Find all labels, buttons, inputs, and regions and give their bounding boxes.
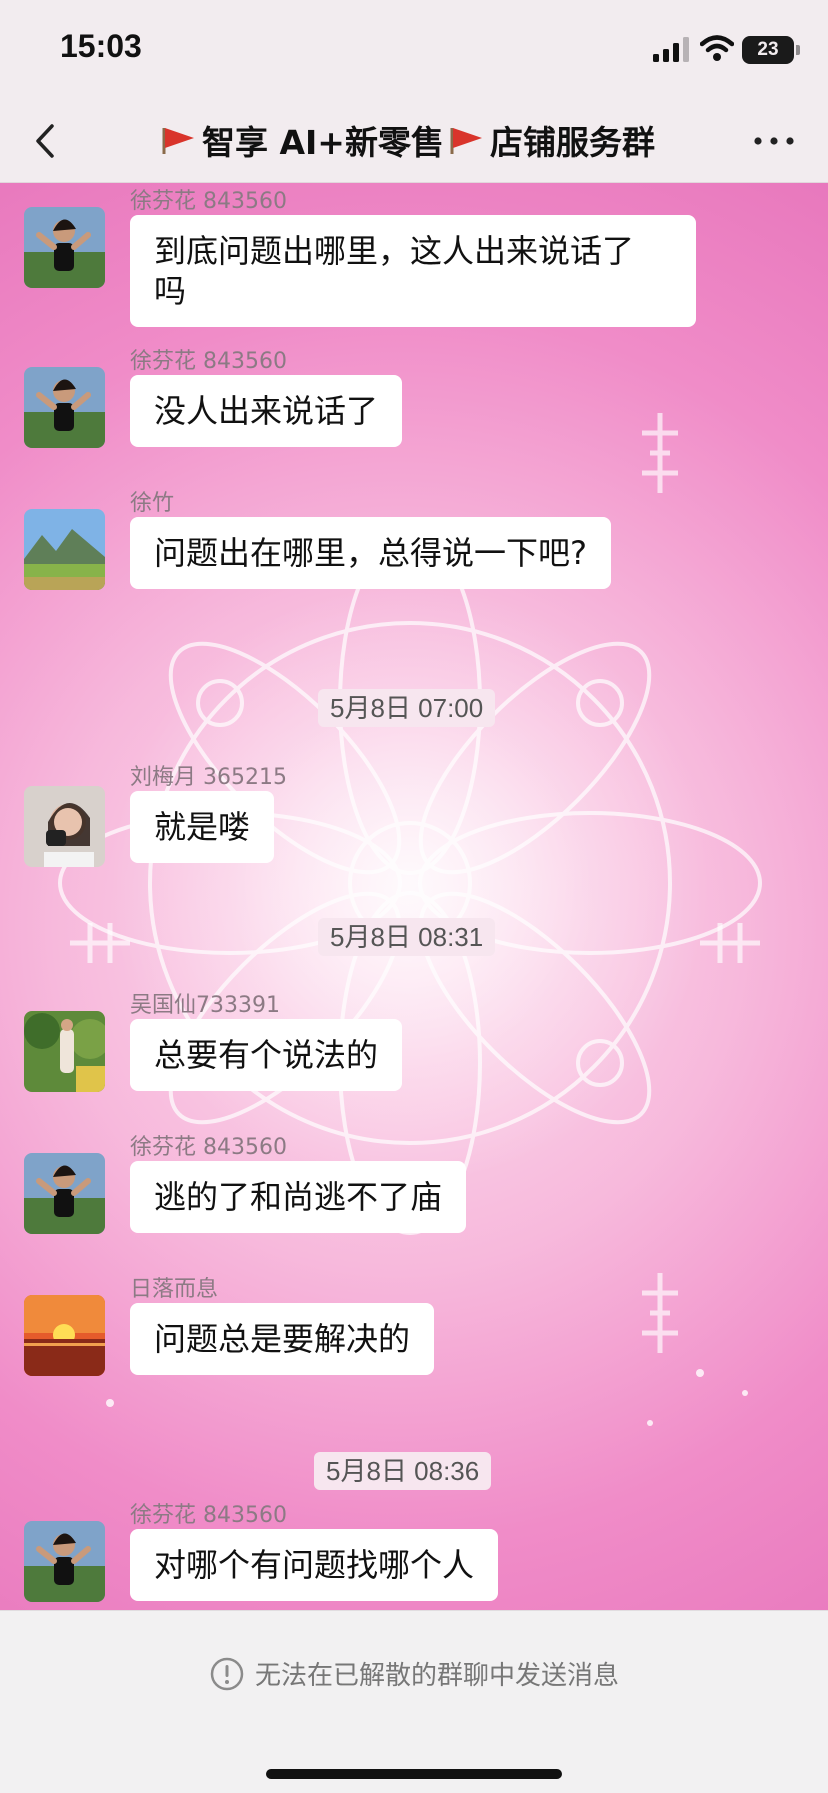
- sender-name: 日落而息: [130, 1277, 219, 1302]
- message: 徐芬花 843560 对哪个有问题找哪个人: [0, 1497, 828, 1610]
- message: 徐竹 问题出在哪里，总得说一下吧?: [0, 485, 828, 605]
- sender-name: 徐芬花 843560: [130, 1503, 287, 1528]
- time-divider: 5月8日 07:00: [318, 689, 496, 727]
- avatar[interactable]: [24, 1521, 105, 1602]
- info-icon: [210, 1657, 244, 1690]
- nav-bar: 智享 AI+新零售 店铺服务群: [0, 100, 828, 183]
- message-text: 总要有个说法的: [154, 1036, 379, 1074]
- message: 徐芬花 843560 到底问题出哪里，这人出来说话了 吗: [0, 183, 828, 327]
- status-bar: 15:03 23: [0, 0, 828, 100]
- message: 徐芬花 843560 没人出来说话了: [0, 343, 828, 463]
- sender-name: 徐芬花 843560: [130, 189, 287, 214]
- message-bubble[interactable]: 问题总是要解决的: [130, 1303, 435, 1375]
- avatar-landscape-icon: [24, 509, 105, 590]
- battery-icon: 23: [742, 36, 800, 64]
- message-bubble[interactable]: 就是喽: [130, 791, 275, 863]
- avatar-woman-icon: [24, 207, 105, 288]
- chat-area[interactable]: 徐芬花 843560 到底问题出哪里，这人出来说话了 吗 徐芬花 843560 …: [0, 183, 828, 1610]
- back-button[interactable]: [22, 114, 72, 168]
- message-bubble[interactable]: 没人出来说话了: [130, 375, 403, 447]
- sender-name: 徐竹: [130, 491, 175, 516]
- avatar[interactable]: [24, 1153, 105, 1234]
- flag-icon: [162, 128, 194, 154]
- message-text-line: 吗: [154, 272, 187, 310]
- wifi-icon: [700, 35, 734, 61]
- message: 吴国仙733391 总要有个说法的: [0, 987, 828, 1107]
- avatar[interactable]: [24, 509, 105, 590]
- message: 刘梅月 365215 就是喽: [0, 759, 828, 879]
- chat-title-part-2: 店铺服务群: [489, 123, 655, 162]
- message-bubble[interactable]: 对哪个有问题找哪个人: [130, 1529, 499, 1601]
- message-bubble[interactable]: 总要有个说法的: [130, 1019, 403, 1091]
- more-button[interactable]: [746, 116, 802, 166]
- message-text: 对哪个有问题找哪个人: [154, 1546, 475, 1584]
- home-indicator: [266, 1769, 562, 1779]
- status-time: 15:03: [60, 28, 142, 64]
- message-text: 逃的了和尚逃不了庙: [154, 1178, 443, 1216]
- avatar-woman-icon: [24, 1153, 105, 1234]
- avatar-sunset-icon: [24, 1295, 105, 1376]
- message-bubble[interactable]: 问题出在哪里，总得说一下吧?: [130, 517, 611, 589]
- message-bubble[interactable]: 到底问题出哪里，这人出来说话了 吗: [130, 215, 696, 327]
- sender-name: 吴国仙733391: [130, 993, 280, 1018]
- avatar[interactable]: [24, 786, 105, 867]
- avatar-woman-icon: [24, 786, 105, 867]
- chat-title: 智享 AI+新零售 店铺服务群: [160, 116, 680, 164]
- avatar-woman-icon: [24, 367, 105, 448]
- avatar-woman-icon: [24, 1521, 105, 1602]
- chat-title-part-1: 智享 AI+新零售: [202, 123, 444, 162]
- notice-text: 无法在已解散的群聊中发送消息: [254, 1661, 619, 1691]
- avatar-garden-icon: [24, 1011, 105, 1092]
- message-text-line: 到底问题出哪里，这人出来说话了: [154, 232, 635, 270]
- message-text: 没人出来说话了: [154, 392, 379, 430]
- message-bubble[interactable]: 逃的了和尚逃不了庙: [130, 1161, 467, 1233]
- message-text: 就是喽: [154, 808, 251, 846]
- back-icon: [36, 124, 54, 158]
- message-text: 问题总是要解决的: [154, 1320, 411, 1358]
- sender-name: 徐芬花 843560: [130, 349, 287, 374]
- avatar[interactable]: [24, 367, 105, 448]
- disbanded-notice: 无法在已解散的群聊中发送消息: [0, 1655, 828, 1692]
- avatar[interactable]: [24, 1295, 105, 1376]
- time-divider: 5月8日 08:31: [318, 918, 496, 956]
- sender-name: 徐芬花 843560: [130, 1135, 287, 1160]
- message: 日落而息 问题总是要解决的: [0, 1271, 828, 1391]
- bottom-bar: 无法在已解散的群聊中发送消息: [0, 1610, 828, 1793]
- sender-name: 刘梅月 365215: [130, 765, 287, 790]
- time-divider: 5月8日 08:36: [314, 1452, 492, 1490]
- message: 徐芬花 843560 逃的了和尚逃不了庙: [0, 1129, 828, 1249]
- flag-icon: [450, 128, 482, 154]
- signal-icon: [653, 37, 689, 62]
- avatar[interactable]: [24, 207, 105, 288]
- avatar[interactable]: [24, 1011, 105, 1092]
- message-text: 问题出在哪里，总得说一下吧?: [154, 534, 587, 572]
